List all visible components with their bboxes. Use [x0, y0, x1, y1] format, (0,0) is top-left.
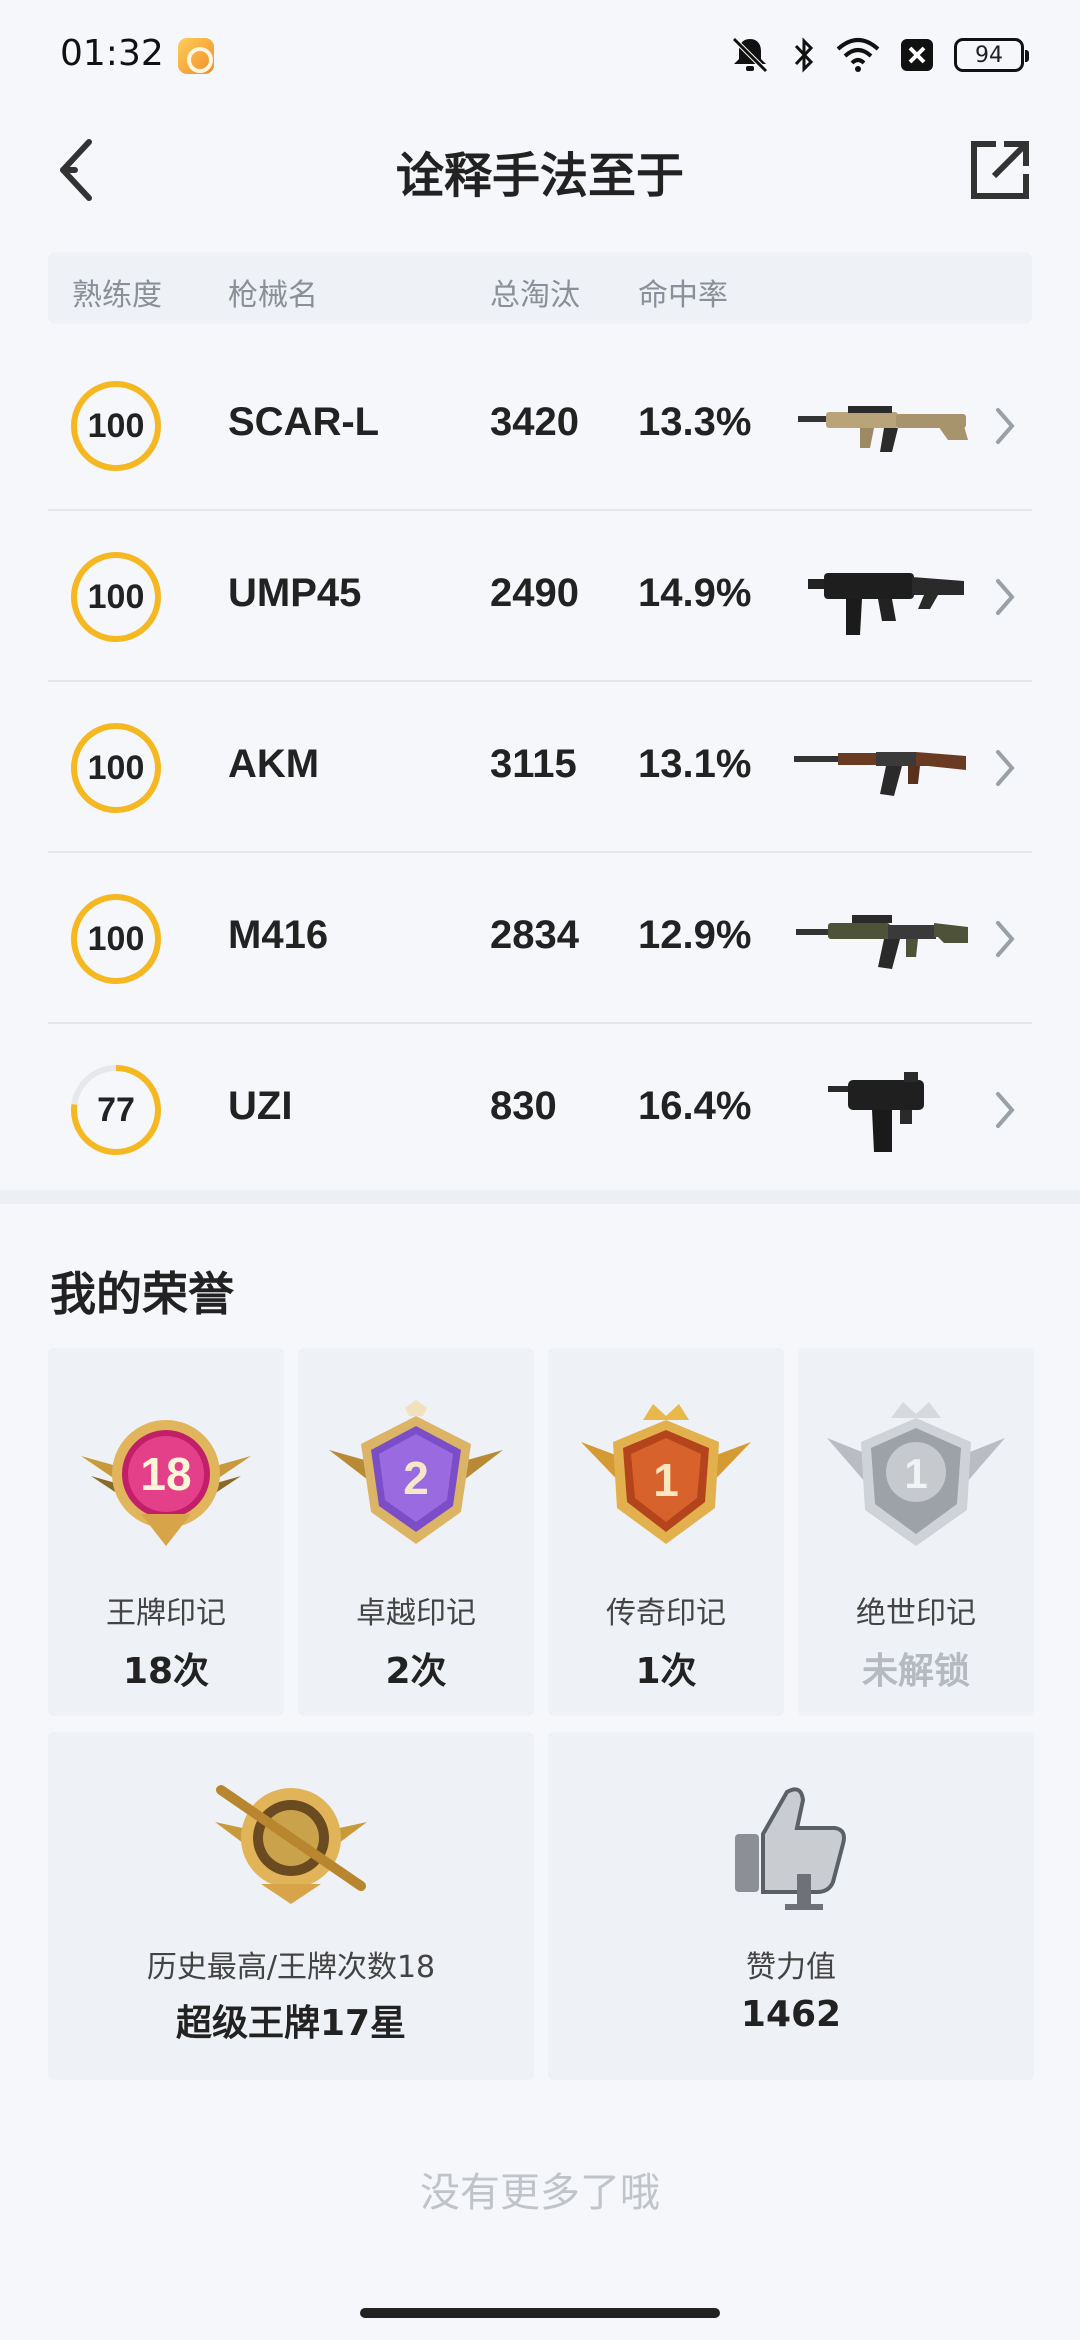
m416-rifle-image — [796, 915, 968, 969]
honor-card-legend[interactable]: 1 传奇印记 1次 — [548, 1348, 784, 1716]
mute-icon — [728, 35, 772, 75]
scar-l-rifle-image — [798, 406, 968, 452]
share-button[interactable] — [960, 125, 1040, 215]
honor-card-ace[interactable]: 18 王牌印记 18次 — [48, 1348, 284, 1716]
badge-number: 1 — [653, 1454, 679, 1506]
honor-label: 卓越印记 — [356, 1596, 476, 1631]
weapon-kills: 3420 — [490, 400, 579, 444]
weapon-hit-rate: 13.1% — [638, 742, 752, 786]
chevron-right-icon — [996, 408, 1015, 444]
header-mastery: 熟练度 — [72, 278, 162, 313]
honor-card-peerless[interactable]: 1 绝世印记 未解锁 — [798, 1348, 1034, 1716]
page: 01:32 94 诠释手法至于 熟练度 枪械名 总淘汰 命中率 100 SCAR… — [0, 0, 1080, 2340]
app-notification-icon — [178, 38, 214, 74]
mastery-ring: 100 — [68, 720, 164, 816]
honor-card-likes[interactable]: 赞力值 1462 — [548, 1732, 1034, 2080]
honor-value: 超级王牌17星 — [175, 2003, 407, 2044]
mastery-value: 100 — [87, 578, 145, 616]
weapon-hit-rate: 12.9% — [638, 913, 752, 957]
weapon-row[interactable]: 77 UZI 830 16.4% — [48, 1024, 1032, 1195]
conqueror-tier-badge-icon — [215, 1785, 367, 1904]
status-bar: 01:32 94 — [0, 0, 1080, 110]
mastery-ring: 100 — [68, 891, 164, 987]
weapon-row[interactable]: 100 M416 2834 12.9% — [48, 853, 1032, 1024]
weapon-name: M416 — [228, 913, 329, 957]
chevron-right-icon — [996, 1092, 1015, 1128]
wifi-icon — [836, 37, 880, 73]
header-hit-rate: 命中率 — [638, 278, 728, 313]
honor-value: 1462 — [740, 1994, 842, 2035]
status-time: 01:32 — [60, 33, 164, 74]
header-kills: 总淘汰 — [490, 278, 580, 313]
honor-label: 绝世印记 — [856, 1596, 976, 1631]
weapon-row[interactable]: 100 UMP45 2490 14.9% — [48, 511, 1032, 682]
weapon-table-header: 熟练度 枪械名 总淘汰 命中率 — [48, 252, 1032, 324]
section-divider — [0, 1190, 1080, 1204]
weapon-list: 100 SCAR-L 3420 13.3% 100 UMP45 2490 14.… — [48, 340, 1032, 1195]
chevron-right-icon — [996, 921, 1015, 957]
honor-label: 传奇印记 — [606, 1596, 726, 1631]
honor-value: 2次 — [385, 1651, 447, 1692]
no-more-text: 没有更多了哦 — [420, 2170, 660, 2216]
badge-number: 1 — [904, 1450, 927, 1497]
close-box-icon — [900, 38, 934, 72]
peerless-mark-badge-icon: 1 — [827, 1402, 1005, 1546]
mastery-value: 100 — [87, 920, 145, 958]
weapon-row[interactable]: 100 AKM 3115 13.1% — [48, 682, 1032, 853]
weapon-name: UZI — [228, 1084, 293, 1128]
mastery-ring: 100 — [68, 549, 164, 645]
excellence-mark-badge-icon: 2 — [329, 1400, 503, 1544]
weapon-row[interactable]: 100 SCAR-L 3420 13.3% — [48, 340, 1032, 511]
weapon-hit-rate: 16.4% — [638, 1084, 752, 1128]
mastery-ring: 100 — [68, 378, 164, 474]
honor-label: 赞力值 — [746, 1950, 836, 1985]
ace-mark-badge-icon: 18 — [81, 1420, 251, 1546]
honor-section-title: 我的荣誉 — [50, 1267, 234, 1321]
akm-rifle-image — [794, 752, 966, 796]
uzi-smg-image — [828, 1072, 924, 1152]
status-icons: 94 — [728, 32, 1029, 78]
honor-value: 1次 — [635, 1651, 697, 1692]
home-indicator[interactable] — [360, 2308, 720, 2318]
weapon-name: SCAR-L — [228, 400, 380, 444]
weapon-kills: 830 — [490, 1084, 557, 1128]
weapon-name: UMP45 — [228, 571, 362, 615]
mastery-value: 100 — [87, 407, 145, 445]
weapon-hit-rate: 13.3% — [638, 400, 752, 444]
weapon-kills: 2490 — [490, 571, 579, 615]
bluetooth-icon — [792, 35, 816, 75]
weapon-hit-rate: 14.9% — [638, 571, 752, 615]
badge-number: 18 — [140, 1448, 191, 1500]
thumbs-up-icon — [735, 1787, 846, 1910]
weapon-kills: 2834 — [490, 913, 579, 957]
mastery-value: 77 — [97, 1091, 135, 1129]
honor-value: 18次 — [122, 1651, 210, 1692]
header-weapon-name: 枪械名 — [228, 278, 318, 313]
mastery-ring: 77 — [68, 1062, 164, 1158]
honor-label: 王牌印记 — [106, 1596, 226, 1631]
mastery-value: 100 — [87, 749, 145, 787]
honor-card-highest[interactable]: 历史最高/王牌次数18 超级王牌17星 — [48, 1732, 534, 2080]
honor-card-excellence[interactable]: 2 卓越印记 2次 — [298, 1348, 534, 1716]
header: 诠释手法至于 — [0, 110, 1080, 260]
ump45-smg-image — [808, 573, 964, 635]
honor-value: 未解锁 — [861, 1651, 970, 1692]
chevron-right-icon — [996, 750, 1015, 786]
honor-label: 历史最高/王牌次数18 — [146, 1950, 436, 1985]
chevron-right-icon — [996, 579, 1015, 615]
weapon-kills: 3115 — [490, 742, 577, 786]
legend-mark-badge-icon: 1 — [581, 1404, 751, 1544]
battery-icon: 94 — [954, 38, 1029, 72]
badge-number: 2 — [403, 1452, 429, 1504]
weapon-name: AKM — [228, 742, 320, 786]
page-title: 诠释手法至于 — [395, 148, 684, 204]
share-external-icon — [971, 141, 1029, 199]
